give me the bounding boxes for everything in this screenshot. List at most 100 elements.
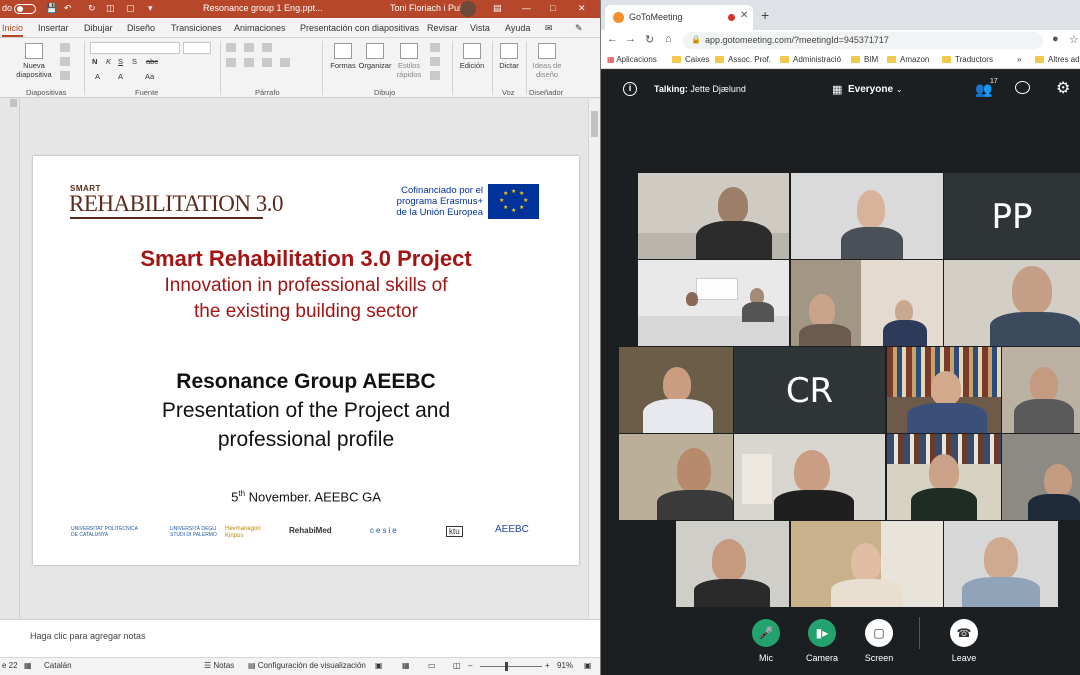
arrange-button[interactable]: Organizar: [357, 43, 393, 70]
shadow-icon[interactable]: S: [132, 57, 137, 66]
bookmark-star-icon[interactable]: ☆: [1069, 33, 1079, 46]
new-tab-icon[interactable]: +: [761, 7, 769, 23]
bookmark-folder[interactable]: BIM: [851, 55, 878, 64]
video-tile[interactable]: [638, 173, 789, 259]
settings-gear-icon[interactable]: ⚙: [1056, 78, 1070, 98]
language-label[interactable]: Catalán: [44, 661, 72, 670]
redo-icon[interactable]: ↻: [88, 3, 96, 14]
text-effects-icon[interactable]: A: [95, 72, 100, 81]
info-icon[interactable]: i: [623, 82, 637, 96]
view-settings-button[interactable]: ▤ Configuración de visualización: [248, 661, 366, 670]
fill-icon[interactable]: [430, 43, 440, 52]
zoom-slider[interactable]: [480, 666, 542, 667]
font-name-combo[interactable]: [90, 42, 180, 54]
home-icon[interactable]: ⌂: [665, 33, 672, 45]
tab-ayuda[interactable]: Ayuda: [505, 23, 530, 33]
forward-icon[interactable]: →: [625, 33, 636, 45]
reload-icon[interactable]: ↻: [645, 33, 654, 46]
tab-vista[interactable]: Vista: [470, 23, 490, 33]
font-color-icon[interactable]: A: [118, 72, 123, 81]
video-tile[interactable]: [791, 521, 943, 607]
reset-icon[interactable]: [60, 57, 70, 66]
bullets-icon[interactable]: [226, 43, 236, 52]
video-tile-initials[interactable]: CR: [734, 347, 885, 433]
video-tile[interactable]: [676, 521, 789, 607]
bookmark-folder[interactable]: Traductors: [942, 55, 993, 64]
bookmark-folder[interactable]: Caixes: [672, 55, 709, 64]
video-tile[interactable]: [887, 434, 1001, 520]
notes-placeholder[interactable]: Haga clic para agregar notas: [30, 631, 146, 641]
slide-canvas[interactable]: SMART REHABILITATION 3.0 Cofinanciado po…: [33, 156, 579, 565]
video-tile[interactable]: [638, 260, 789, 346]
video-tile[interactable]: [791, 173, 943, 259]
quick-styles-button[interactable]: Estilos rápidos: [394, 43, 424, 79]
back-icon[interactable]: ←: [607, 33, 618, 45]
tab-animaciones[interactable]: Animaciones: [234, 23, 286, 33]
section-icon[interactable]: [60, 71, 70, 80]
tab-close-icon[interactable]: ✕: [740, 10, 748, 21]
sorter-view-icon[interactable]: ▦: [402, 661, 410, 670]
tab-insertar[interactable]: Insertar: [38, 23, 69, 33]
outline-icon[interactable]: [430, 57, 440, 66]
notes-button[interactable]: ☰ Notas: [204, 661, 234, 670]
notes-pane[interactable]: Haga clic para agregar notas: [0, 619, 600, 657]
user-avatar[interactable]: [460, 1, 476, 17]
lock-icon[interactable]: 🔒: [691, 35, 701, 44]
effects-icon[interactable]: [430, 71, 440, 80]
video-tile[interactable]: [734, 434, 885, 520]
video-tile[interactable]: [619, 434, 733, 520]
dictate-button[interactable]: Dictar: [496, 43, 522, 70]
view-selector[interactable]: Everyone ⌄: [848, 84, 903, 95]
italic-icon[interactable]: K: [106, 57, 111, 66]
video-tile[interactable]: [791, 260, 943, 346]
slideshow-view-icon[interactable]: ◫: [453, 661, 461, 670]
shapes-button[interactable]: Formas: [328, 43, 358, 70]
leave-button[interactable]: ☎ Leave: [944, 619, 984, 663]
align-center-icon[interactable]: [244, 58, 254, 67]
bookmark-folder[interactable]: Altres ad: [1035, 55, 1080, 64]
camera-in-use-icon[interactable]: ●: [1052, 33, 1059, 45]
indent-icon[interactable]: [262, 43, 272, 52]
save-icon[interactable]: 💾: [46, 3, 57, 14]
tab-dibujar[interactable]: Dibujar: [84, 23, 113, 33]
screen-share-button[interactable]: ▢ Screen: [859, 619, 899, 663]
video-tile[interactable]: [944, 260, 1080, 346]
video-tile[interactable]: [1002, 434, 1080, 520]
browser-tab-gotomeeting[interactable]: GoToMeeting ✕: [605, 5, 753, 30]
tab-inicio[interactable]: Inicio: [2, 23, 24, 37]
design-ideas-button[interactable]: Ideas de diseño: [530, 43, 564, 79]
camera-button[interactable]: ▮▸ Camera: [802, 619, 842, 663]
slideshow-icon[interactable]: ▢: [126, 3, 135, 14]
comments-icon[interactable]: ✎: [575, 23, 583, 34]
video-tile-initials[interactable]: PP: [944, 173, 1080, 259]
align-left-icon[interactable]: [226, 58, 236, 67]
minimize-icon[interactable]: —: [522, 3, 531, 13]
zoom-level[interactable]: 91%: [557, 661, 573, 670]
video-tile[interactable]: [1002, 347, 1080, 433]
video-tile[interactable]: [887, 347, 1001, 433]
edit-button[interactable]: Edición: [458, 43, 486, 70]
url-text[interactable]: app.gotomeeting.com/?meetingId=945371717: [705, 35, 889, 45]
present-icon[interactable]: ◫: [106, 3, 115, 14]
ribbon-display-icon[interactable]: ▤: [493, 3, 502, 14]
vertical-scrollbar[interactable]: [588, 99, 600, 619]
zoom-out-icon[interactable]: –: [468, 661, 472, 670]
bookmark-folder[interactable]: Administració: [780, 55, 841, 64]
layout-icon[interactable]: [60, 43, 70, 52]
tab-revisar[interactable]: Revisar: [427, 23, 458, 33]
normal-view-icon[interactable]: ▣: [375, 661, 383, 670]
justify-icon[interactable]: [280, 58, 290, 67]
strikethrough-icon[interactable]: abc: [146, 57, 158, 66]
more-bookmarks-icon[interactable]: »: [1017, 55, 1021, 64]
zoom-slider-thumb[interactable]: [505, 662, 508, 671]
tab-diseno[interactable]: Diseño: [127, 23, 155, 33]
restore-icon[interactable]: □: [550, 3, 555, 13]
address-bar[interactable]: 🔒 app.gotomeeting.com/?meetingId=9453717…: [683, 32, 1043, 49]
undo-icon[interactable]: ↶: [64, 3, 72, 14]
font-size-combo[interactable]: [183, 42, 211, 54]
bookmark-folder[interactable]: Assoc. Prof.: [715, 55, 771, 64]
spellcheck-icon[interactable]: ▦: [24, 661, 32, 670]
thumb-scroll-icon[interactable]: [10, 99, 17, 107]
grid-view-icon[interactable]: ▦: [832, 83, 842, 96]
fit-slide-icon[interactable]: ▣: [584, 661, 592, 670]
